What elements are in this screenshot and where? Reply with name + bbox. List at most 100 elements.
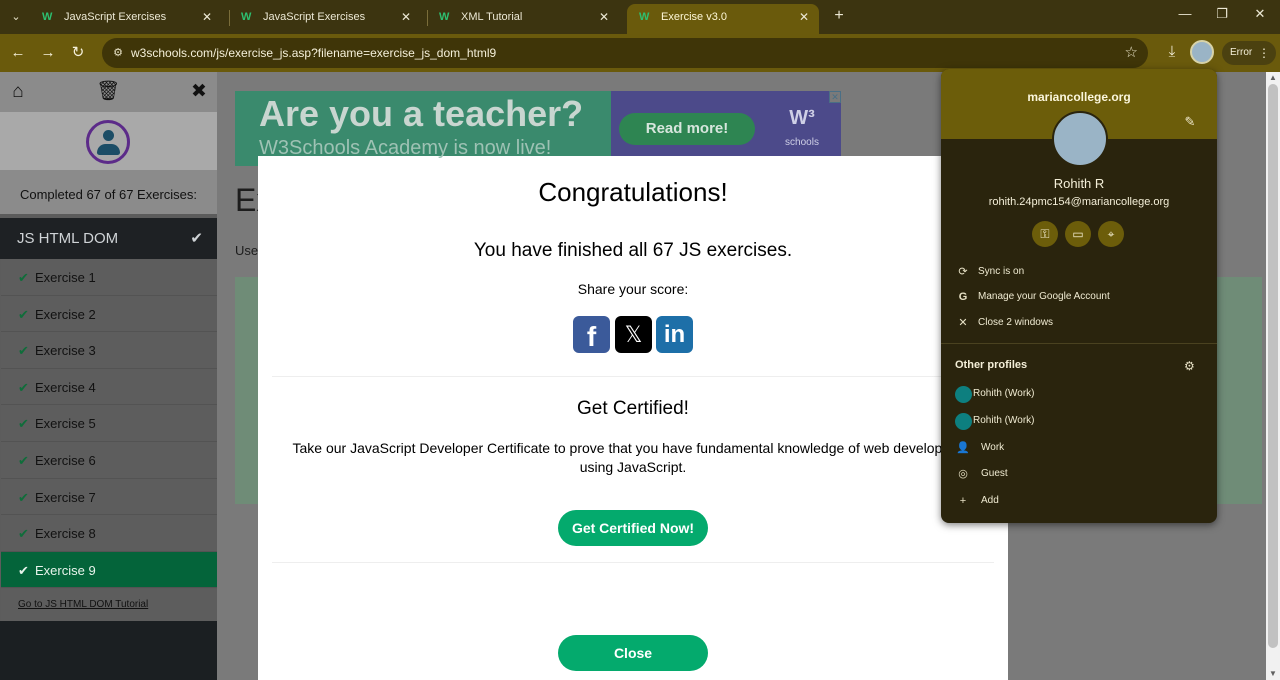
check-icon: ✔ — [18, 452, 29, 468]
manage-account-row[interactable]: G Manage your Google Account — [941, 285, 1217, 309]
tab-4-active[interactable]: W Exercise v3.0 ✕ — [627, 4, 819, 34]
scroll-down-arrow-icon[interactable]: ▼ — [1266, 668, 1280, 680]
maximize-button[interactable]: ❐ — [1207, 6, 1237, 22]
get-certified-button[interactable]: Get Certified Now! — [558, 510, 708, 546]
tutorial-link[interactable]: Go to JS HTML DOM Tutorial — [1, 589, 217, 621]
close-modal-button[interactable]: Close — [558, 635, 708, 671]
sync-icon: ⟳ — [958, 266, 968, 278]
check-icon: ✔ — [18, 489, 29, 505]
w3schools-favicon-icon: W — [241, 11, 252, 23]
exercise-item[interactable]: ✔ Exercise 1 — [1, 259, 217, 296]
close-icon[interactable]: ✕ — [599, 4, 609, 30]
pencil-edit-icon[interactable]: ✎ — [1182, 114, 1198, 130]
check-icon: ✔ — [18, 562, 29, 578]
sidebar-footer — [0, 621, 217, 680]
tab-2[interactable]: W JavaScript Exercises ✕ — [229, 4, 421, 32]
profile-name: Rohith R — [1053, 176, 1105, 191]
scroll-up-arrow-icon[interactable]: ▲ — [1266, 72, 1280, 84]
payment-card-icon[interactable]: ▭ — [1065, 221, 1091, 247]
tab-title: JavaScript Exercises — [263, 11, 366, 23]
profile-avatar-icon — [955, 413, 972, 430]
ad-close-icon[interactable]: ✕ — [829, 91, 841, 103]
close-icon[interactable]: ✕ — [799, 4, 809, 30]
exercise-item[interactable]: ✔ Exercise 2 — [1, 295, 217, 333]
password-key-icon[interactable]: ⚿ — [1032, 221, 1058, 247]
check-icon: ✔ — [18, 416, 29, 432]
profile-avatar-icon — [955, 386, 972, 403]
get-certified-heading: Get Certified! — [577, 398, 689, 419]
sync-row[interactable]: ⟳ Sync is on — [941, 260, 1217, 284]
facebook-share-icon[interactable]: f — [573, 316, 610, 353]
exercise-label: Exercise 1 — [35, 270, 96, 285]
profile-row-work[interactable]: 👤 Work — [941, 436, 1217, 460]
user-avatar-icon[interactable] — [86, 120, 130, 164]
sync-label: Sync is on — [978, 266, 1025, 277]
ad-title: Are you a teacher? — [259, 93, 584, 134]
check-icon: ✔ — [18, 306, 29, 322]
exercise-item-active[interactable]: ✔ Exercise 9 — [1, 551, 217, 589]
profile-avatar-button[interactable] — [1190, 40, 1214, 64]
exercise-list: ✔ Exercise 1 ✔ Exercise 2 ✔ Exercise 3 ✔ Exe… — [1, 259, 217, 589]
user-area — [0, 112, 217, 170]
gear-icon[interactable]: ⚙ — [1184, 359, 1195, 373]
window-close-button[interactable]: ✕ — [1245, 6, 1275, 22]
linkedin-share-icon[interactable]: in — [656, 316, 693, 353]
background-text: Use — [235, 243, 259, 258]
more-menu-icon[interactable]: ⋮ — [1258, 41, 1270, 65]
address-bar[interactable]: ⚙ w3schools.com/js/exercise_js.asp?filen… — [102, 38, 1148, 68]
exercise-label: Exercise 5 — [35, 416, 96, 432]
tab-3[interactable]: W XML Tutorial ✕ — [427, 4, 619, 32]
x-share-icon[interactable]: 𝕏 — [615, 316, 652, 353]
bookmark-star-icon[interactable]: ☆ — [1125, 38, 1138, 68]
page-scrollbar[interactable]: ▲ ▼ — [1266, 72, 1280, 680]
exercise-sidebar: ⌂ 🗑 ✖ Completed 67 of 67 Exercises: JS H… — [0, 72, 217, 680]
minimize-button[interactable]: — — [1170, 6, 1200, 21]
teacher-ad-banner[interactable]: Are you a teacher? W3Schools Academy is … — [235, 91, 841, 166]
reload-button[interactable]: ↻ — [67, 42, 89, 64]
forward-button[interactable]: → — [37, 42, 59, 64]
section-js-html-dom[interactable]: JS HTML DOM ✔ — [0, 218, 217, 259]
exercise-item[interactable]: ✔ Exercise 6 — [1, 441, 217, 479]
close-icon: ✕ — [958, 317, 968, 329]
ad-subtitle: W3Schools Academy is now live! — [259, 137, 552, 159]
profile-row-add[interactable]: + Add — [941, 489, 1217, 513]
profile-row-rohith-work[interactable]: Rohith (Work) — [941, 409, 1217, 433]
site-info-icon[interactable]: ⚙ — [110, 45, 126, 61]
download-icon[interactable]: ⤓ — [1162, 42, 1182, 62]
exercise-item[interactable]: ✔ Exercise 5 — [1, 405, 217, 442]
tab-title: Exercise v3.0 — [661, 11, 728, 23]
guest-icon: ◎ — [958, 468, 968, 480]
profile-row-guest[interactable]: ◎ Guest — [941, 462, 1217, 486]
browser-toolbar: ← → ↻ ⚙ w3schools.com/js/exercise_js.asp… — [0, 34, 1280, 72]
ad-logo-label: schools — [785, 137, 819, 148]
close-windows-row[interactable]: ✕ Close 2 windows — [941, 311, 1217, 335]
exercise-label: Exercise 3 — [35, 343, 96, 359]
certificate-description: Take our JavaScript Developer Certificat… — [292, 440, 974, 475]
exercise-item[interactable]: ✔ Exercise 3 — [1, 332, 217, 369]
close-icon[interactable]: ✕ — [202, 4, 212, 30]
trash-icon[interactable]: 🗑 — [96, 80, 120, 104]
home-icon[interactable]: ⌂ — [6, 80, 30, 104]
profile-row-rohith-work[interactable]: Rohith (Work) — [941, 382, 1217, 406]
address-pin-icon[interactable]: ⌖ — [1098, 221, 1124, 247]
ad-read-more-button[interactable]: Read more! — [619, 113, 755, 145]
check-icon: ✔ — [18, 526, 29, 542]
tab-search-icon[interactable]: ⌄ — [6, 8, 26, 26]
tab-1[interactable]: W JavaScript Exercises ✕ — [30, 4, 222, 32]
url-text: w3schools.com/js/exercise_js.asp?filenam… — [131, 46, 497, 60]
close-icon[interactable]: ✕ — [401, 4, 411, 30]
scroll-thumb[interactable] — [1268, 84, 1278, 648]
profile-label: Add — [981, 495, 999, 506]
exercise-item[interactable]: ✔ Exercise 4 — [1, 368, 217, 406]
exercise-item[interactable]: ✔ Exercise 7 — [1, 478, 217, 516]
other-profiles-heading: Other profiles — [955, 359, 1028, 371]
back-button[interactable]: ← — [7, 42, 29, 64]
error-chip[interactable]: Error ⋮ — [1222, 41, 1276, 65]
new-tab-button[interactable]: + — [830, 7, 848, 25]
popup-divider — [941, 343, 1217, 344]
w3schools-favicon-icon: W — [42, 11, 53, 23]
share-score-label: Share your score: — [577, 281, 689, 297]
close-icon[interactable]: ✖ — [187, 80, 211, 104]
profile-email: rohith.24pmc154@mariancollege.org — [988, 196, 1170, 208]
exercise-item[interactable]: ✔ Exercise 8 — [1, 515, 217, 552]
